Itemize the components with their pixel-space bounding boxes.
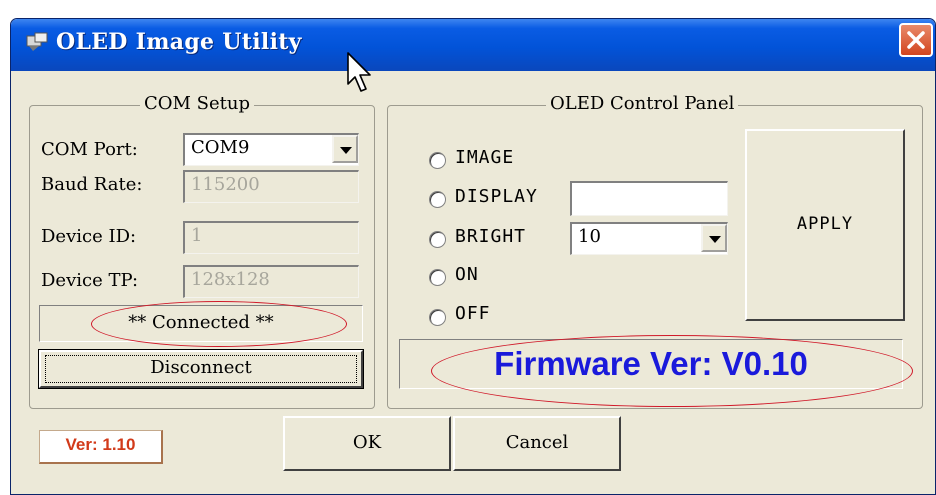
radio-bright-label: BRIGHT [455,226,527,247]
radio-off-label: OFF [455,303,491,324]
radio-on-label: ON [455,264,479,285]
app-icon [26,32,48,51]
radio-image-label: IMAGE [455,147,515,168]
baud-rate-label: Baud Rate: [41,174,143,195]
radio-on[interactable] [429,269,446,286]
com-port-dropdown-button[interactable] [332,135,358,163]
radio-display-label: DISPLAY [455,186,538,207]
radio-display[interactable] [429,191,446,208]
bright-dropdown-button[interactable] [701,224,727,252]
radio-off[interactable] [429,309,446,326]
com-port-label: COM Port: [41,139,138,160]
cancel-label: Cancel [505,432,569,453]
chevron-down-icon [709,236,721,243]
status-highlight-ellipse [91,301,347,347]
apply-label: APPLY [796,214,854,234]
bright-select[interactable]: 10 [570,222,728,255]
device-id-value: 1 [191,225,203,246]
com-port-value: COM9 [191,137,250,158]
mouse-cursor-icon [347,52,371,92]
focus-ring [45,355,357,383]
title-bar[interactable]: OLED Image Utility [11,19,935,71]
version-badge: Ver: 1.10 [39,430,163,464]
chevron-down-icon [340,147,352,154]
close-button[interactable] [899,23,933,57]
device-tp-value: 128x128 [191,269,270,290]
device-id-label: Device ID: [41,226,137,247]
window-title: OLED Image Utility [56,29,302,55]
device-tp-field: 128x128 [183,265,359,298]
baud-rate-field: 115200 [183,170,359,203]
disconnect-button[interactable]: Disconnect [38,349,364,389]
control-panel-title: OLED Control Panel [546,93,739,114]
com-port-select[interactable]: COM9 [183,133,359,166]
apply-button[interactable]: APPLY [745,129,905,321]
ok-button[interactable]: OK [283,416,451,471]
display-input[interactable] [570,181,728,216]
ok-label: OK [352,432,382,453]
device-tp-label: Device TP: [41,270,139,291]
radio-image[interactable] [429,152,446,169]
baud-rate-value: 115200 [191,174,260,195]
radio-bright[interactable] [429,231,446,248]
device-id-field: 1 [183,221,359,254]
cancel-button[interactable]: Cancel [453,416,621,471]
firmware-highlight-ellipse [431,335,913,407]
com-setup-title: COM Setup [140,93,255,114]
bright-value: 10 [578,226,601,247]
version-text: Ver: 1.10 [65,435,136,454]
close-icon [907,31,925,49]
app-window: OLED Image Utility COM Setup COM Port: C… [10,18,936,495]
